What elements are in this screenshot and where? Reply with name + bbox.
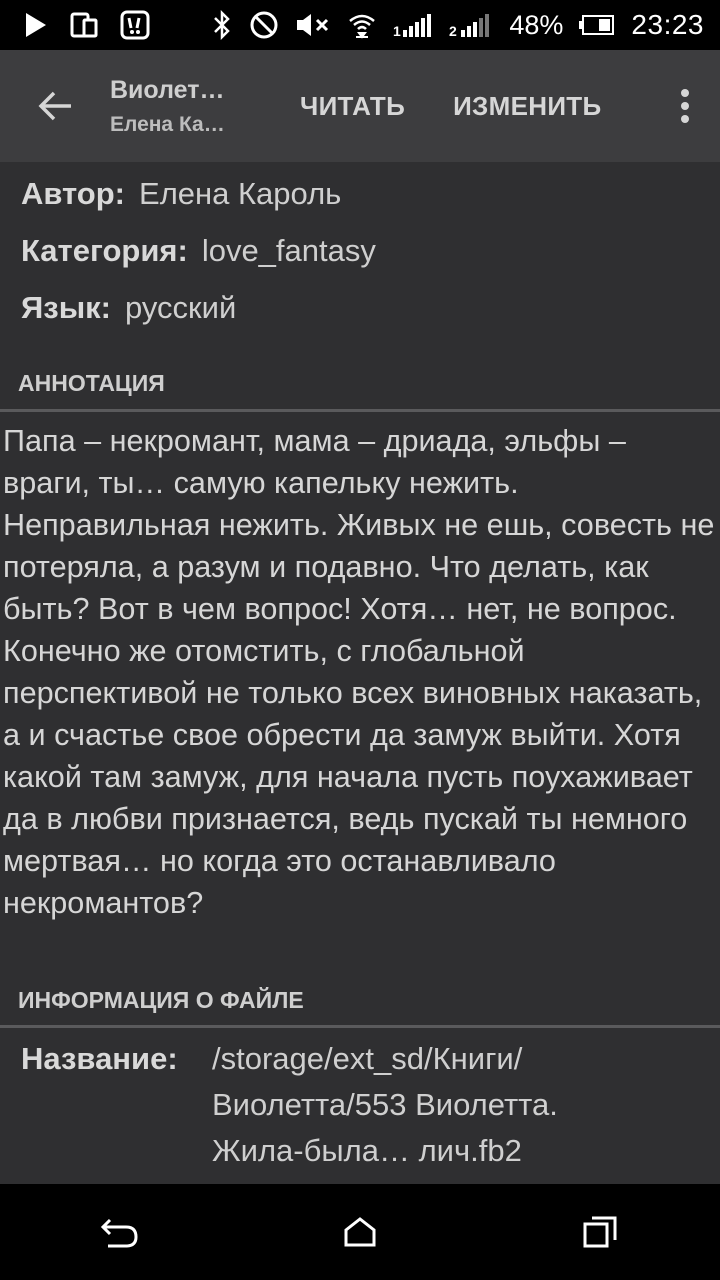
device-icon [70, 11, 98, 39]
edit-button[interactable]: ИЗМЕНИТЬ [429, 50, 625, 162]
battery-percent: 48% [509, 9, 564, 40]
navigation-bar [0, 1184, 720, 1280]
signal-2-icon: 2 [449, 12, 493, 38]
category-row: Категория: love_fantasy [21, 233, 376, 269]
author-value: Елена Кароль [139, 176, 342, 211]
do-not-disturb-icon [249, 10, 279, 40]
battery-icon [579, 14, 615, 36]
read-button[interactable]: ЧИТАТЬ [276, 50, 429, 162]
bluetooth-icon [211, 10, 233, 40]
file-name-value: /storage/ext_sd/Книги/Виолетта/553 Виоле… [212, 1041, 558, 1168]
more-vert-icon [681, 89, 689, 123]
nav-back-icon [100, 1218, 138, 1248]
nav-home-button[interactable] [300, 1184, 420, 1280]
file-info-header: ИНФОРМАЦИЯ О ФАЙЛЕ [18, 987, 304, 1013]
back-button[interactable] [0, 50, 110, 162]
category-label: Категория: [21, 233, 188, 268]
app-toolbar: Виолет… Елена Ка… ЧИТАТЬ ИЗМЕНИТЬ [0, 50, 720, 162]
recents-icon [583, 1216, 617, 1248]
language-value: русский [125, 290, 237, 325]
arrow-back-icon [38, 91, 71, 121]
book-author-subtitle: Елена Ка… [110, 112, 225, 136]
file-name-row: Название: /storage/ext_sd/Книги/Виолетта… [21, 1036, 711, 1174]
overflow-menu-button[interactable] [650, 50, 720, 162]
signal-1-icon: 1 [393, 12, 433, 38]
author-row: Автор: Елена Кароль [21, 176, 341, 212]
mute-icon [295, 11, 331, 39]
annotation-text: Папа – некромант, мама – дриада, эльфы –… [3, 424, 715, 920]
annotation-header: АННОТАЦИЯ [18, 370, 165, 396]
author-label: Автор: [21, 176, 126, 211]
file-info-divider [0, 1025, 720, 1028]
clock: 23:23 [631, 9, 704, 40]
home-icon [344, 1217, 376, 1247]
status-bar: 1 2 48% 23:23 [0, 0, 720, 50]
wifi-icon [347, 10, 377, 40]
svg-text:1: 1 [393, 23, 401, 38]
annotation-divider [0, 409, 720, 412]
nav-recents-button[interactable] [540, 1184, 660, 1280]
play-icon [24, 12, 48, 38]
language-label: Язык: [21, 290, 112, 325]
category-value: love_fantasy [201, 233, 376, 268]
language-row: Язык: русский [21, 290, 236, 326]
file-name-label: Название: [21, 1041, 178, 1076]
notification-icon [120, 10, 150, 40]
toolbar-titles: Виолет… Елена Ка… [110, 76, 260, 137]
svg-text:2: 2 [449, 23, 457, 38]
book-title: Виолет… [110, 75, 225, 104]
nav-back-button[interactable] [60, 1184, 180, 1280]
